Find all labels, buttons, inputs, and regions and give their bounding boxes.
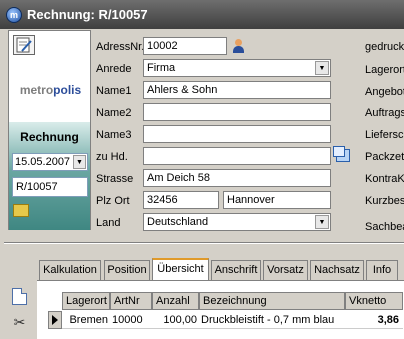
scissors-icon[interactable]: ✂ [12, 314, 27, 331]
right-label-kurzbeschreibung: Kurzbes [365, 195, 404, 207]
right-label-lieferschein: Liefersch [365, 129, 404, 141]
zuhd-input[interactable] [143, 147, 331, 165]
name2-input[interactable] [143, 103, 331, 121]
adressnr-input[interactable]: 10002 [143, 37, 227, 55]
right-label-kontrakt: KontraK [365, 173, 404, 185]
ort-input[interactable]: Hannover [223, 191, 331, 209]
tab-vorsatz[interactable]: Vorsatz [263, 260, 308, 280]
right-label-packzettel: Packzet [365, 151, 404, 163]
folder-icon[interactable] [13, 204, 29, 217]
cell-lagerort[interactable]: Bremen [62, 311, 110, 329]
document-type-label: Rechnung [20, 130, 79, 144]
anrede-label: Anrede [96, 63, 132, 75]
document-date-select[interactable]: 15.05.2007 ▼ [12, 153, 88, 171]
strasse-input[interactable]: Am Deich 58 [143, 169, 331, 187]
row-indicator-icon[interactable] [48, 311, 62, 329]
right-label-auftrags: Auftrags [365, 107, 404, 119]
right-label-lagerort: Lagerort [365, 64, 404, 76]
window-titlebar: m Rechnung: R/10057 [0, 0, 404, 29]
tab-anschrift[interactable]: Anschrift [211, 260, 261, 280]
left-panel: metropolis Rechnung 15.05.2007 ▼ R/10057 [8, 30, 91, 230]
tab-nachsatz[interactable]: Nachsatz [310, 260, 364, 280]
anrede-select[interactable]: Firma ▼ [143, 59, 331, 77]
plzort-label: Plz Ort [96, 195, 130, 207]
windows-icon[interactable] [333, 146, 350, 162]
cell-anzahl[interactable]: 100,00 [152, 311, 199, 329]
metropolis-logo: metropolis [9, 83, 92, 97]
column-header-anzahl[interactable]: Anzahl [152, 292, 199, 310]
cell-artnr[interactable]: 10000 [110, 311, 152, 329]
zuhd-label: zu Hd. [96, 151, 128, 163]
chevron-down-icon[interactable]: ▼ [315, 61, 329, 75]
logo-polis: polis [53, 83, 82, 97]
edit-document-icon[interactable] [13, 35, 35, 55]
anrede-value: Firma [147, 62, 176, 74]
name1-input[interactable]: Ahlers & Sohn [143, 81, 331, 99]
tab-info[interactable]: Info [366, 260, 398, 280]
plz-input[interactable]: 32456 [143, 191, 219, 209]
column-header-lagerort[interactable]: Lagerort [62, 292, 110, 310]
right-label-angebot: Angebot [365, 86, 404, 98]
chevron-down-icon[interactable]: ▼ [315, 215, 329, 229]
column-header-bezeichnung[interactable]: Bezeichnung [199, 292, 345, 310]
right-label-gedruckt: gedruckt [365, 41, 404, 53]
name2-label: Name2 [96, 107, 132, 119]
name1-label: Name1 [96, 85, 132, 97]
window-title: Rechnung: R/10057 [27, 7, 148, 22]
new-document-icon[interactable] [12, 288, 27, 305]
logo-metro: metro [19, 83, 54, 97]
land-label: Land [96, 217, 121, 229]
cell-bezeichnung[interactable]: Druckbleistift - 0,7 mm blau [199, 311, 345, 329]
column-header-vknetto[interactable]: Vknetto [345, 292, 403, 310]
section-divider [4, 242, 404, 244]
app-icon[interactable]: m [6, 7, 22, 23]
column-header-artnr[interactable]: ArtNr [110, 292, 152, 310]
cell-vknetto[interactable]: 3,86 [345, 311, 403, 329]
right-label-sachbearbeiter: Sachbea [365, 221, 404, 233]
land-value: Deutschland [147, 216, 209, 228]
document-date-value: 15.05.2007 [15, 156, 71, 168]
tab-uebersicht[interactable]: Übersicht [152, 258, 209, 281]
tab-kalkulation[interactable]: Kalkulation [39, 260, 101, 280]
chevron-down-icon[interactable]: ▼ [73, 155, 86, 169]
name3-input[interactable] [143, 125, 331, 143]
document-number-field[interactable]: R/10057 [12, 177, 88, 197]
adressnr-label: AdressNr. [96, 41, 145, 53]
land-select[interactable]: Deutschland ▼ [143, 213, 331, 231]
name3-label: Name3 [96, 129, 132, 141]
tab-position[interactable]: Position [104, 260, 150, 280]
strasse-label: Strasse [96, 173, 134, 185]
document-info-panel: Rechnung 15.05.2007 ▼ R/10057 [9, 122, 90, 230]
person-lookup-icon[interactable] [232, 39, 245, 53]
